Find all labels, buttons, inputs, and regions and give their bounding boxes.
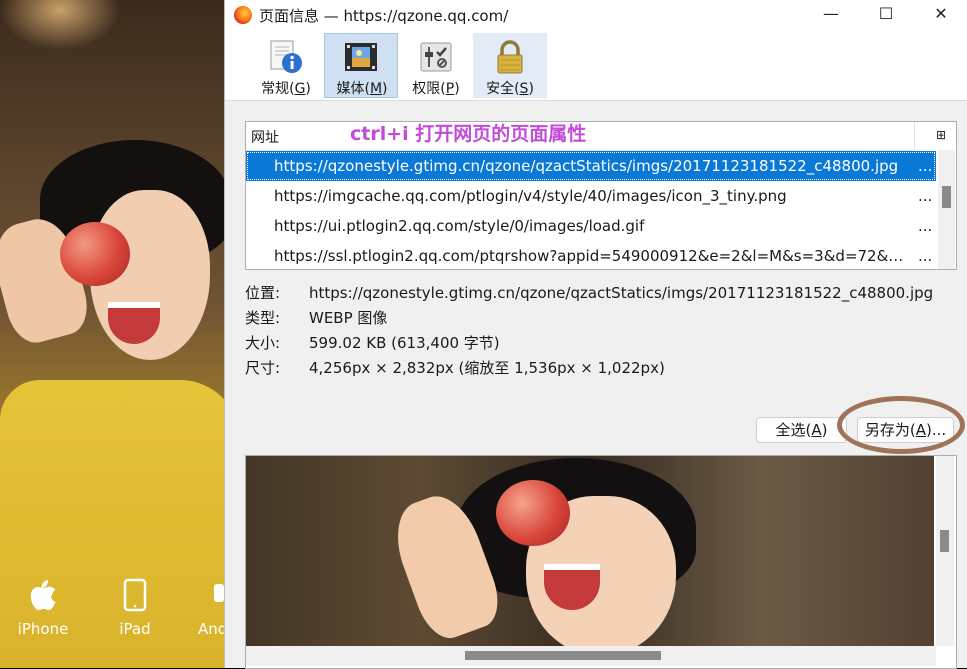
media-icon bbox=[343, 39, 379, 75]
detail-key: 位置: bbox=[245, 284, 281, 302]
detail-key: 尺寸: bbox=[245, 359, 281, 377]
detail-value: 599.02 KB (613,400 字节) bbox=[309, 334, 500, 352]
media-preview bbox=[245, 455, 957, 669]
apple-icon bbox=[8, 578, 78, 614]
tab-security-label: 安全(S) bbox=[486, 81, 534, 97]
list-header: 网址 ctrl+i 打开网页的页面属性 bbox=[246, 122, 914, 151]
list-scrollbar[interactable] bbox=[938, 150, 955, 269]
list-item[interactable]: https://ssl.ptlogin2.qq.com/ptqrshow?app… bbox=[246, 241, 936, 269]
preview-horizontal-scrollbar[interactable] bbox=[246, 646, 936, 666]
info-icon bbox=[268, 39, 304, 75]
firefox-logo-icon bbox=[234, 6, 252, 24]
detail-value: 4,256px × 2,832px (缩放至 1,536px × 1,022px… bbox=[309, 359, 665, 377]
tab-general-label: 常规(G) bbox=[261, 81, 311, 97]
tab-general[interactable]: 常规(G) bbox=[249, 33, 323, 98]
nav-item-ipad[interactable]: iPad bbox=[100, 578, 170, 638]
preview-horizontal-thumb[interactable] bbox=[465, 651, 661, 660]
media-list[interactable]: 网址 ctrl+i 打开网页的页面属性 ⊞ https://qzonestyle… bbox=[245, 121, 957, 270]
select-all-button[interactable]: 全选(A) bbox=[756, 417, 847, 443]
column-picker-icon[interactable]: ⊞ bbox=[936, 128, 950, 142]
row-more: ... bbox=[918, 247, 933, 265]
nav-label: iPhone bbox=[17, 620, 69, 638]
list-item-selected[interactable]: https://qzonestyle.gtimg.cn/qzone/qzactS… bbox=[246, 151, 936, 181]
tab-media-label: 媒体(M) bbox=[336, 81, 388, 97]
maximize-button[interactable]: ☐ bbox=[863, 0, 909, 30]
window-title: 页面信息 — https://qzone.qq.com/ bbox=[259, 7, 509, 25]
preview-vertical-scrollbar[interactable] bbox=[936, 456, 954, 646]
background-nav: iPhone iPad And bbox=[0, 578, 240, 658]
list-item[interactable]: https://ui.ptlogin2.qq.com/style/0/image… bbox=[246, 211, 936, 241]
nav-label: iPad bbox=[119, 620, 151, 638]
detail-key: 大小: bbox=[245, 334, 281, 352]
preview-apple bbox=[496, 480, 570, 546]
row-more: ... bbox=[918, 187, 933, 205]
row-more: ... bbox=[918, 217, 933, 235]
ipad-icon bbox=[100, 578, 170, 614]
header-separator bbox=[914, 122, 915, 150]
background-photo: iPhone iPad And bbox=[0, 0, 240, 668]
annotation-text: ctrl+i 打开网页的页面属性 bbox=[350, 123, 587, 145]
close-button[interactable]: ✕ bbox=[918, 0, 964, 30]
list-item[interactable]: https://imgcache.qq.com/ptlogin/v4/style… bbox=[246, 181, 936, 211]
tab-permissions[interactable]: 权限(P) bbox=[399, 33, 473, 98]
save-as-button[interactable]: 另存为(A)... bbox=[857, 417, 954, 443]
title-bar: 页面信息 — https://qzone.qq.com/ — ☐ ✕ bbox=[225, 0, 967, 30]
minimize-button[interactable]: — bbox=[808, 0, 854, 30]
preview-image bbox=[246, 456, 934, 646]
list-scroll-thumb[interactable] bbox=[942, 186, 951, 208]
row-url: https://ssl.ptlogin2.qq.com/ptqrshow?app… bbox=[274, 247, 904, 265]
page-info-dialog: 页面信息 — https://qzone.qq.com/ — ☐ ✕ 常规(G) bbox=[224, 0, 967, 669]
detail-value: https://qzonestyle.gtimg.cn/qzone/qzactS… bbox=[309, 284, 934, 302]
photo-apple bbox=[60, 222, 130, 286]
lock-icon bbox=[492, 39, 528, 75]
permissions-icon bbox=[418, 39, 454, 75]
nav-item-iphone[interactable]: iPhone bbox=[8, 578, 78, 638]
row-url: https://imgcache.qq.com/ptlogin/v4/style… bbox=[274, 187, 787, 205]
tab-media[interactable]: 媒体(M) bbox=[324, 33, 398, 98]
row-more: ... bbox=[918, 157, 933, 175]
tab-security[interactable]: 安全(S) bbox=[473, 33, 547, 98]
row-url: https://ui.ptlogin2.qq.com/style/0/image… bbox=[274, 217, 645, 235]
detail-key: 类型: bbox=[245, 309, 281, 327]
detail-value: WEBP 图像 bbox=[309, 309, 388, 327]
tab-toolbar: 常规(G) 媒体(M) 权限(P) 安全(S) bbox=[225, 30, 967, 101]
column-header-address[interactable]: 网址 bbox=[251, 127, 279, 147]
tab-permissions-label: 权限(P) bbox=[412, 81, 460, 97]
preview-vertical-thumb[interactable] bbox=[940, 530, 949, 552]
row-url: https://qzonestyle.gtimg.cn/qzone/qzactS… bbox=[274, 157, 899, 175]
